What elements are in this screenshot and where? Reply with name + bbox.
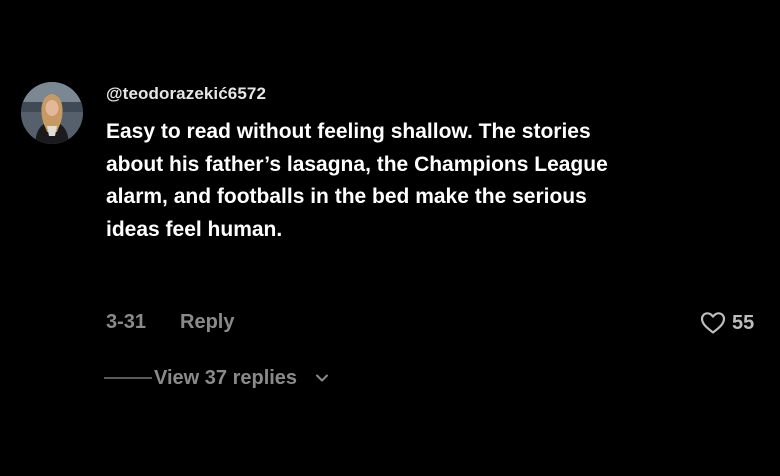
- comment-date: 3-31: [106, 311, 147, 333]
- reply-button[interactable]: Reply: [180, 311, 234, 334]
- avatar[interactable]: [21, 82, 83, 144]
- like-button[interactable]: 55: [700, 308, 754, 338]
- chevron-down-icon: [315, 373, 329, 383]
- replies-divider-line: [104, 377, 152, 379]
- heart-outline-icon: [700, 311, 726, 335]
- comment-author[interactable]: @teodorazekić6572: [106, 84, 266, 104]
- view-replies-button[interactable]: View 37 replies: [104, 364, 329, 392]
- like-count: 55: [732, 311, 755, 334]
- comment-text: Easy to read without feeling shallow. Th…: [106, 120, 608, 241]
- view-replies-label: View 37 replies: [154, 366, 298, 389]
- comment-item: @teodorazekić6572 Easy to read without f…: [0, 0, 780, 476]
